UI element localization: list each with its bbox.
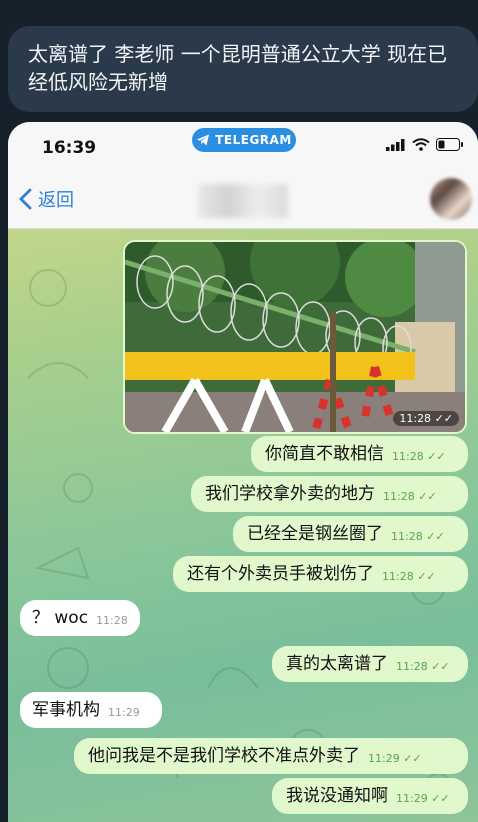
photo-message[interactable]: 11:28 ✓✓ <box>123 240 467 434</box>
back-button[interactable]: 返回 <box>18 186 74 212</box>
double-check-icon: ✓✓ <box>418 490 437 503</box>
post-caption: 太离谱了 李老师 一个昆明普通公立大学 现在已经低风险无新增 <box>8 26 478 112</box>
message-bubble-outgoing[interactable]: 我说没通知啊 11:29 ✓✓ <box>272 778 468 814</box>
telegram-badge: TELEGRAM <box>192 128 296 152</box>
message-time: 11:29 <box>368 752 400 765</box>
wifi-icon <box>412 138 430 151</box>
message-text: 他问我是不是我们学校不准点外卖了 <box>88 746 360 766</box>
phone-screenshot: 16:39 TELEGRAM 返回 11:28 ✓✓ 你简直不敢相信 11:28… <box>8 122 478 822</box>
message-meta: 11:28 ✓✓ <box>383 487 437 507</box>
message-bubble-outgoing[interactable]: 你简直不敢相信 11:28 ✓✓ <box>251 436 468 472</box>
message-text: 已经全是钢丝圈了 <box>247 524 383 544</box>
double-check-icon: ✓✓ <box>427 450 446 463</box>
message-meta: 11:29 ✓✓ <box>396 789 450 809</box>
razor-wire-fence-photo <box>125 242 465 432</box>
message-bubble-outgoing[interactable]: 已经全是钢丝圈了 11:28 ✓✓ <box>233 516 468 552</box>
message-text: 我说没通知啊 <box>286 786 388 806</box>
double-check-icon: ✓✓ <box>403 752 422 765</box>
message-text: 真的太离谱了 <box>286 654 388 674</box>
message-bubble-incoming[interactable]: ？ woc 11:28 <box>20 600 140 636</box>
message-time: 11:28 <box>383 490 415 503</box>
double-check-icon: ✓✓ <box>417 570 436 583</box>
message-text: 你简直不敢相信 <box>265 444 384 464</box>
message-time: 11:28 <box>392 450 424 463</box>
message-meta: 11:28 ✓✓ <box>391 527 445 547</box>
message-meta: 11:29 ✓✓ <box>368 749 422 769</box>
status-icons <box>386 138 464 151</box>
message-bubble-outgoing[interactable]: 我们学校拿外卖的地方 11:28 ✓✓ <box>191 476 468 512</box>
photo-timestamp: 11:28 ✓✓ <box>393 411 459 426</box>
message-meta: 11:28 <box>96 611 128 631</box>
message-time: 11:28 <box>96 614 128 627</box>
chat-header: 返回 <box>8 168 478 229</box>
signal-icon <box>386 138 405 151</box>
message-meta: 11:28 ✓✓ <box>396 657 450 677</box>
double-check-icon: ✓✓ <box>431 792 450 805</box>
caption-text: 太离谱了 李老师 一个昆明普通公立大学 现在已经低风险无新增 <box>28 42 448 94</box>
message-bubble-outgoing[interactable]: 还有个外卖员手被划伤了 11:28 ✓✓ <box>173 556 468 592</box>
message-time: 11:28 <box>382 570 414 583</box>
chevron-left-icon <box>19 188 32 210</box>
message-bubble-outgoing[interactable]: 真的太离谱了 11:28 ✓✓ <box>272 646 468 682</box>
telegram-icon <box>197 134 210 146</box>
message-text: 还有个外卖员手被划伤了 <box>187 564 374 584</box>
status-bar: 16:39 TELEGRAM <box>8 122 478 168</box>
message-bubble-outgoing[interactable]: 他问我是不是我们学校不准点外卖了 11:29 ✓✓ <box>74 738 468 774</box>
status-time: 16:39 <box>42 138 97 158</box>
double-check-icon: ✓✓ <box>426 530 445 543</box>
avatar[interactable] <box>430 178 472 220</box>
message-text: 军事机构 <box>32 700 100 720</box>
battery-icon <box>436 138 463 151</box>
message-time: 11:29 <box>108 706 140 719</box>
message-meta: 11:29 <box>108 703 140 723</box>
telegram-badge-label: TELEGRAM <box>215 133 292 147</box>
message-bubble-incoming[interactable]: 军事机构 11:29 <box>20 692 162 728</box>
message-meta: 11:28 ✓✓ <box>392 447 446 467</box>
contact-name-redacted[interactable] <box>198 184 288 218</box>
message-text: ？ woc <box>32 608 89 628</box>
message-time: 11:29 <box>396 792 428 805</box>
message-meta: 11:28 ✓✓ <box>382 567 436 587</box>
photo-time-text: 11:28 <box>399 412 432 425</box>
back-label: 返回 <box>38 190 74 211</box>
message-time: 11:28 <box>391 530 423 543</box>
message-time: 11:28 <box>396 660 428 673</box>
message-text: 我们学校拿外卖的地方 <box>205 484 375 504</box>
double-check-icon: ✓✓ <box>431 660 450 673</box>
double-check-icon: ✓✓ <box>434 412 453 425</box>
